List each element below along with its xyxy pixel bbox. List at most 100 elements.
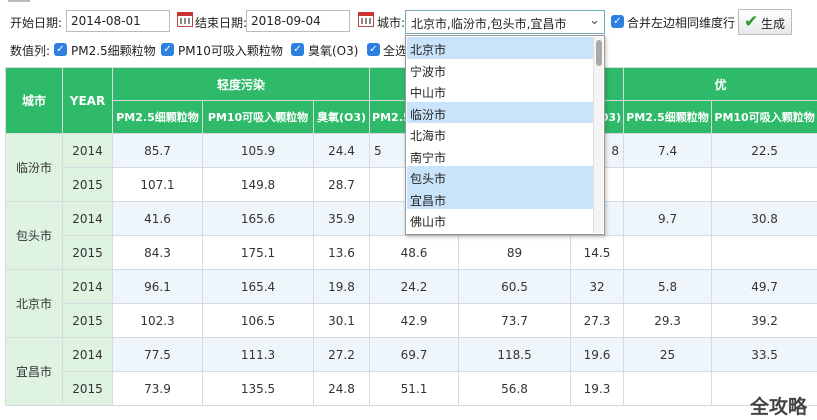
cell-value: 41.6 <box>112 201 203 236</box>
table-row: 北京市 2014 96.1 165.4 19.8 24.2 60.5 32 5.… <box>5 269 817 338</box>
city-option[interactable]: 南宁市 <box>407 145 593 167</box>
cell-value: 175.1 <box>202 235 314 270</box>
metric-label-pm10: PM10可吸入颗粒物 <box>178 44 283 58</box>
city-option[interactable]: 佛山市 <box>407 209 593 231</box>
header-city[interactable]: 城市 <box>5 67 63 134</box>
cell-value: 22.5 <box>711 133 817 168</box>
cell-value <box>623 167 713 202</box>
cell-value: 149.8 <box>202 167 314 202</box>
cell-value: 107.1 <box>112 167 203 202</box>
metric-checkbox-pm25[interactable]: ✓ <box>54 43 67 56</box>
metric-checkbox-pm10[interactable]: ✓ <box>161 43 174 56</box>
calendar-icon[interactable] <box>177 12 193 27</box>
cell-value: 24.8 <box>312 371 371 406</box>
cell-value: 135.5 <box>202 371 314 406</box>
city-label: 城市: <box>377 16 406 30</box>
chevron-down-icon[interactable]: ⌄ <box>589 13 600 28</box>
top-strip <box>0 0 817 6</box>
cell-value: 60.5 <box>458 269 572 304</box>
generate-button[interactable]: ✔ 生成 <box>738 9 792 35</box>
table-row: 2015 84.3 175.1 13.6 48.6 89 14.5 <box>6 235 817 270</box>
cell-city: 北京市 <box>5 269 63 338</box>
metrics-label: 数值列: <box>10 44 51 58</box>
city-option[interactable]: 北海市 <box>407 123 593 145</box>
generate-button-label: 生成 <box>761 17 786 31</box>
header-o3[interactable]: 臭氧(O3) <box>312 100 371 134</box>
cell-value: 14.5 <box>570 235 625 270</box>
cell-value: 29.3 <box>623 303 713 338</box>
cell-value: 19.6 <box>570 337 625 372</box>
cell-value: 96.1 <box>112 269 203 304</box>
metric-label-o3: 臭氧(O3) <box>308 44 359 58</box>
cell-value: 84.3 <box>112 235 203 270</box>
cell-value <box>711 167 817 202</box>
cell-value <box>623 235 713 270</box>
cell-value: 42.9 <box>369 303 460 338</box>
cell-value: 89 <box>458 235 572 270</box>
table-row: 2015 73.9 135.5 24.8 51.1 56.8 19.3 <box>6 371 817 406</box>
checkmark-icon: ✔ <box>744 12 759 32</box>
cell-value: 49.7 <box>711 269 817 304</box>
city-option[interactable]: 宁波市 <box>407 59 593 81</box>
cell-value: 118.5 <box>458 337 572 372</box>
clipped-fragment <box>8 0 30 2</box>
header-pm25-3[interactable]: PM2.5细颗粒物 <box>623 100 713 134</box>
cell-value: 111.3 <box>202 337 314 372</box>
end-date-input[interactable]: 2018-09-04 <box>246 10 350 32</box>
cell-value: 165.4 <box>202 269 314 304</box>
cell-value: 73.7 <box>458 303 572 338</box>
calendar-icon[interactable] <box>358 12 374 27</box>
city-option[interactable]: 包头市 <box>407 166 593 188</box>
header-pm10-3[interactable]: PM10可吸入颗粒物 <box>711 100 817 134</box>
cell-value: 13.6 <box>312 235 371 270</box>
cell-value: 69.7 <box>369 337 460 372</box>
cell-value: 24.4 <box>312 133 371 168</box>
city-option[interactable]: 北京市 <box>407 37 593 59</box>
metric-checkbox-o3[interactable]: ✓ <box>291 43 304 56</box>
city-option[interactable]: 中山市 <box>407 80 593 102</box>
header-group-light-pollution[interactable]: 轻度污染 <box>111 67 371 101</box>
cell-year: 2015 <box>62 303 113 338</box>
header-pm10[interactable]: PM10可吸入颗粒物 <box>202 100 314 134</box>
cell-value: 48.6 <box>369 235 460 270</box>
city-option[interactable]: 宜昌市 <box>407 187 593 209</box>
cell-value: 56.8 <box>458 371 572 406</box>
cell-city: 宜昌市 <box>5 337 63 406</box>
cell-value: 25 <box>623 337 713 372</box>
metric-checkbox-all[interactable]: ✓ <box>367 43 380 56</box>
cell-value: 35.9 <box>312 201 371 236</box>
start-date-input[interactable]: 2014-08-01 <box>66 10 170 32</box>
table-row: 宜昌市 2014 77.5 111.3 27.2 69.7 118.5 19.6… <box>5 337 817 406</box>
filter-toolbar: 开始日期: 2014-08-01 结束日期: 2018-09-04 城市: 北京… <box>0 8 817 36</box>
cell-value: 51.1 <box>369 371 460 406</box>
header-year[interactable]: YEAR <box>62 67 113 134</box>
merge-rows-label: 合并左边相同维度行 <box>627 16 736 30</box>
cell-year: 2014 <box>62 337 113 372</box>
dropdown-scrollbar[interactable] <box>593 37 603 233</box>
cell-year: 2014 <box>62 269 113 304</box>
cell-value: 28.7 <box>312 167 371 202</box>
merge-rows-checkbox[interactable]: ✓ <box>611 15 624 28</box>
watermark: 全攻略 <box>750 396 808 418</box>
cell-value: 39.2 <box>711 303 817 338</box>
metric-label-all: 全选 <box>383 44 408 58</box>
header-group-excellent[interactable]: 优 <box>623 67 817 101</box>
cell-year: 2015 <box>62 371 113 406</box>
cell-value: 27.2 <box>312 337 371 372</box>
cell-value: 24.2 <box>369 269 460 304</box>
cell-value: 30.1 <box>312 303 371 338</box>
cell-value: 5.8 <box>623 269 713 304</box>
city-select[interactable]: 北京市,临汾市,包头市,宜昌市 ⌄ <box>405 10 605 34</box>
cell-value: 7.4 <box>623 133 713 168</box>
city-dropdown-list[interactable]: 北京市 宁波市 中山市 临汾市 北海市 南宁市 包头市 宜昌市 佛山市 <box>405 35 605 235</box>
cell-value <box>711 235 817 270</box>
cell-value: 19.3 <box>570 371 625 406</box>
cell-year: 2015 <box>62 235 113 270</box>
scrollbar-thumb[interactable] <box>596 40 602 66</box>
city-option[interactable]: 临汾市 <box>407 101 593 123</box>
cell-value: 19.8 <box>312 269 371 304</box>
cell-value: 105.9 <box>202 133 314 168</box>
header-pm25[interactable]: PM2.5细颗粒物 <box>112 100 203 134</box>
table-row: 2015 102.3 106.5 30.1 42.9 73.7 27.3 29.… <box>6 303 817 338</box>
cell-value: 27.3 <box>570 303 625 338</box>
